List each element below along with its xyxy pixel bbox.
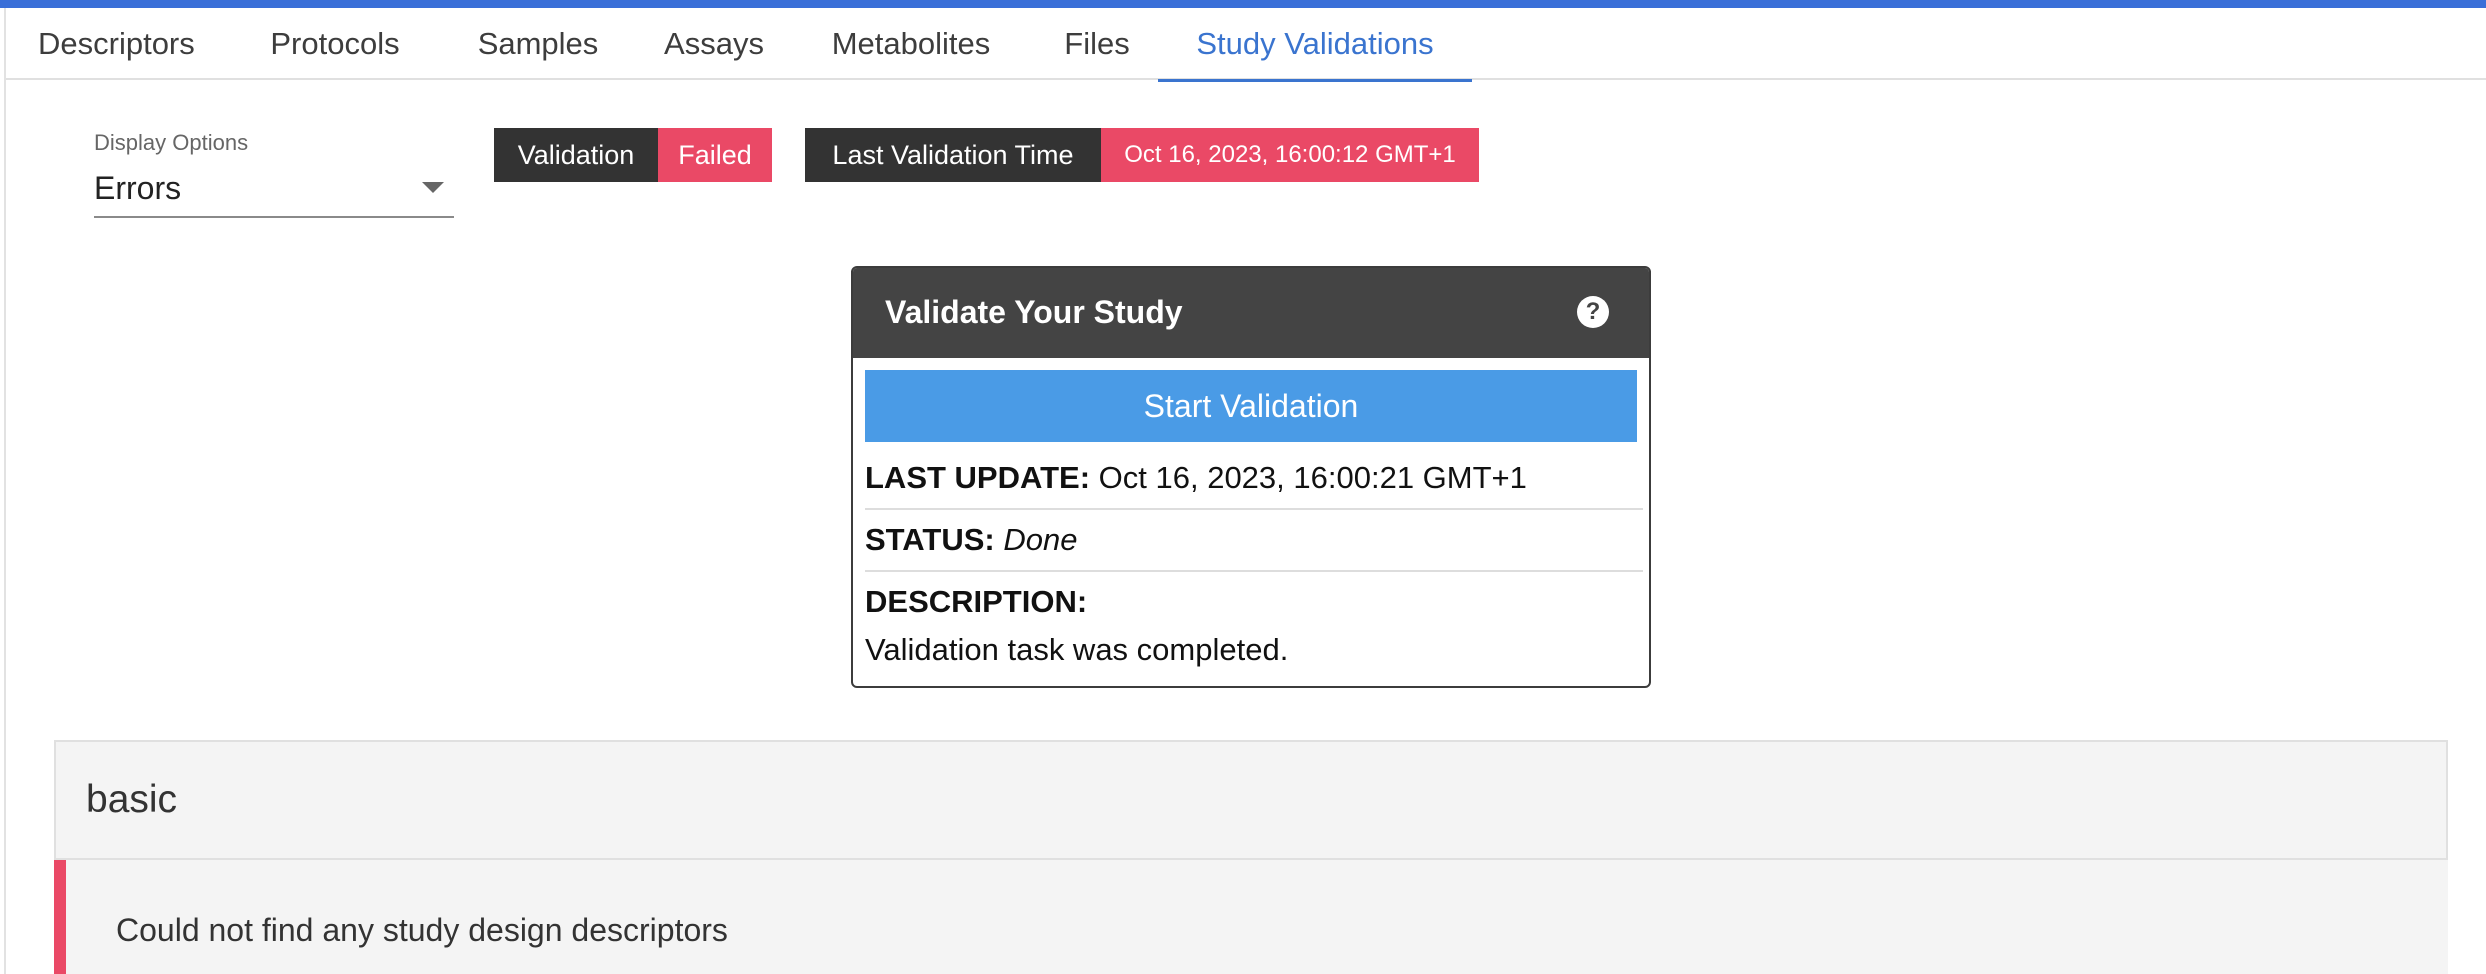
- tab-descriptors[interactable]: Descriptors: [6, 8, 195, 80]
- last-validation-time-value: Oct 16, 2023, 16:00:12 GMT+1: [1101, 128, 1479, 182]
- tab-metabolites[interactable]: Metabolites: [822, 8, 1000, 80]
- last-validation-time-label: Last Validation Time: [805, 128, 1101, 182]
- display-options-select[interactable]: Errors: [94, 160, 454, 218]
- display-options-label: Display Options: [94, 130, 249, 155]
- basic-section-header[interactable]: basic: [54, 740, 2448, 860]
- status-label: STATUS:: [865, 522, 995, 557]
- help-icon[interactable]: ?: [1577, 296, 1609, 328]
- tab-files[interactable]: Files: [1054, 8, 1140, 80]
- tab-bar: Descriptors Protocols Samples Assays Met…: [6, 8, 2486, 82]
- section-title: basic: [86, 778, 178, 821]
- tab-assays[interactable]: Assays: [658, 8, 770, 80]
- card-title: Validate Your Study: [885, 294, 1183, 330]
- divider: [865, 570, 1643, 572]
- tab-study-validations[interactable]: Study Validations: [1158, 8, 1472, 82]
- left-border: [4, 8, 6, 974]
- last-update-value: Oct 16, 2023, 16:00:21 GMT+1: [1098, 460, 1527, 495]
- divider: [865, 508, 1643, 510]
- display-options-value: Errors: [94, 170, 182, 206]
- tab-protocols[interactable]: Protocols: [260, 8, 410, 80]
- last-update-label: LAST UPDATE:: [865, 460, 1091, 495]
- description-value: Validation task was completed.: [865, 632, 1289, 667]
- error-message: Could not find any study design descript…: [116, 912, 728, 948]
- status-value: Done: [1003, 522, 1078, 557]
- top-accent-bar: [0, 0, 2486, 8]
- validation-badge-label: Validation: [494, 128, 658, 182]
- caret-down-icon: [422, 182, 444, 193]
- last-update-row: LAST UPDATE: Oct 16, 2023, 16:00:21 GMT+…: [865, 460, 1643, 496]
- tab-samples[interactable]: Samples: [468, 8, 608, 80]
- description-label: DESCRIPTION:: [865, 584, 1088, 619]
- card-header: Validate Your Study ?: [853, 268, 1649, 358]
- start-validation-button[interactable]: Start Validation: [865, 370, 1637, 442]
- validation-status-badge: Failed: [658, 128, 772, 182]
- status-row: STATUS: Done: [865, 522, 1643, 558]
- description-label-row: DESCRIPTION:: [865, 584, 1643, 620]
- error-list-item: Could not find any study design descript…: [54, 860, 2448, 974]
- validate-study-card: Validate Your Study ? Start Validation L…: [851, 266, 1651, 688]
